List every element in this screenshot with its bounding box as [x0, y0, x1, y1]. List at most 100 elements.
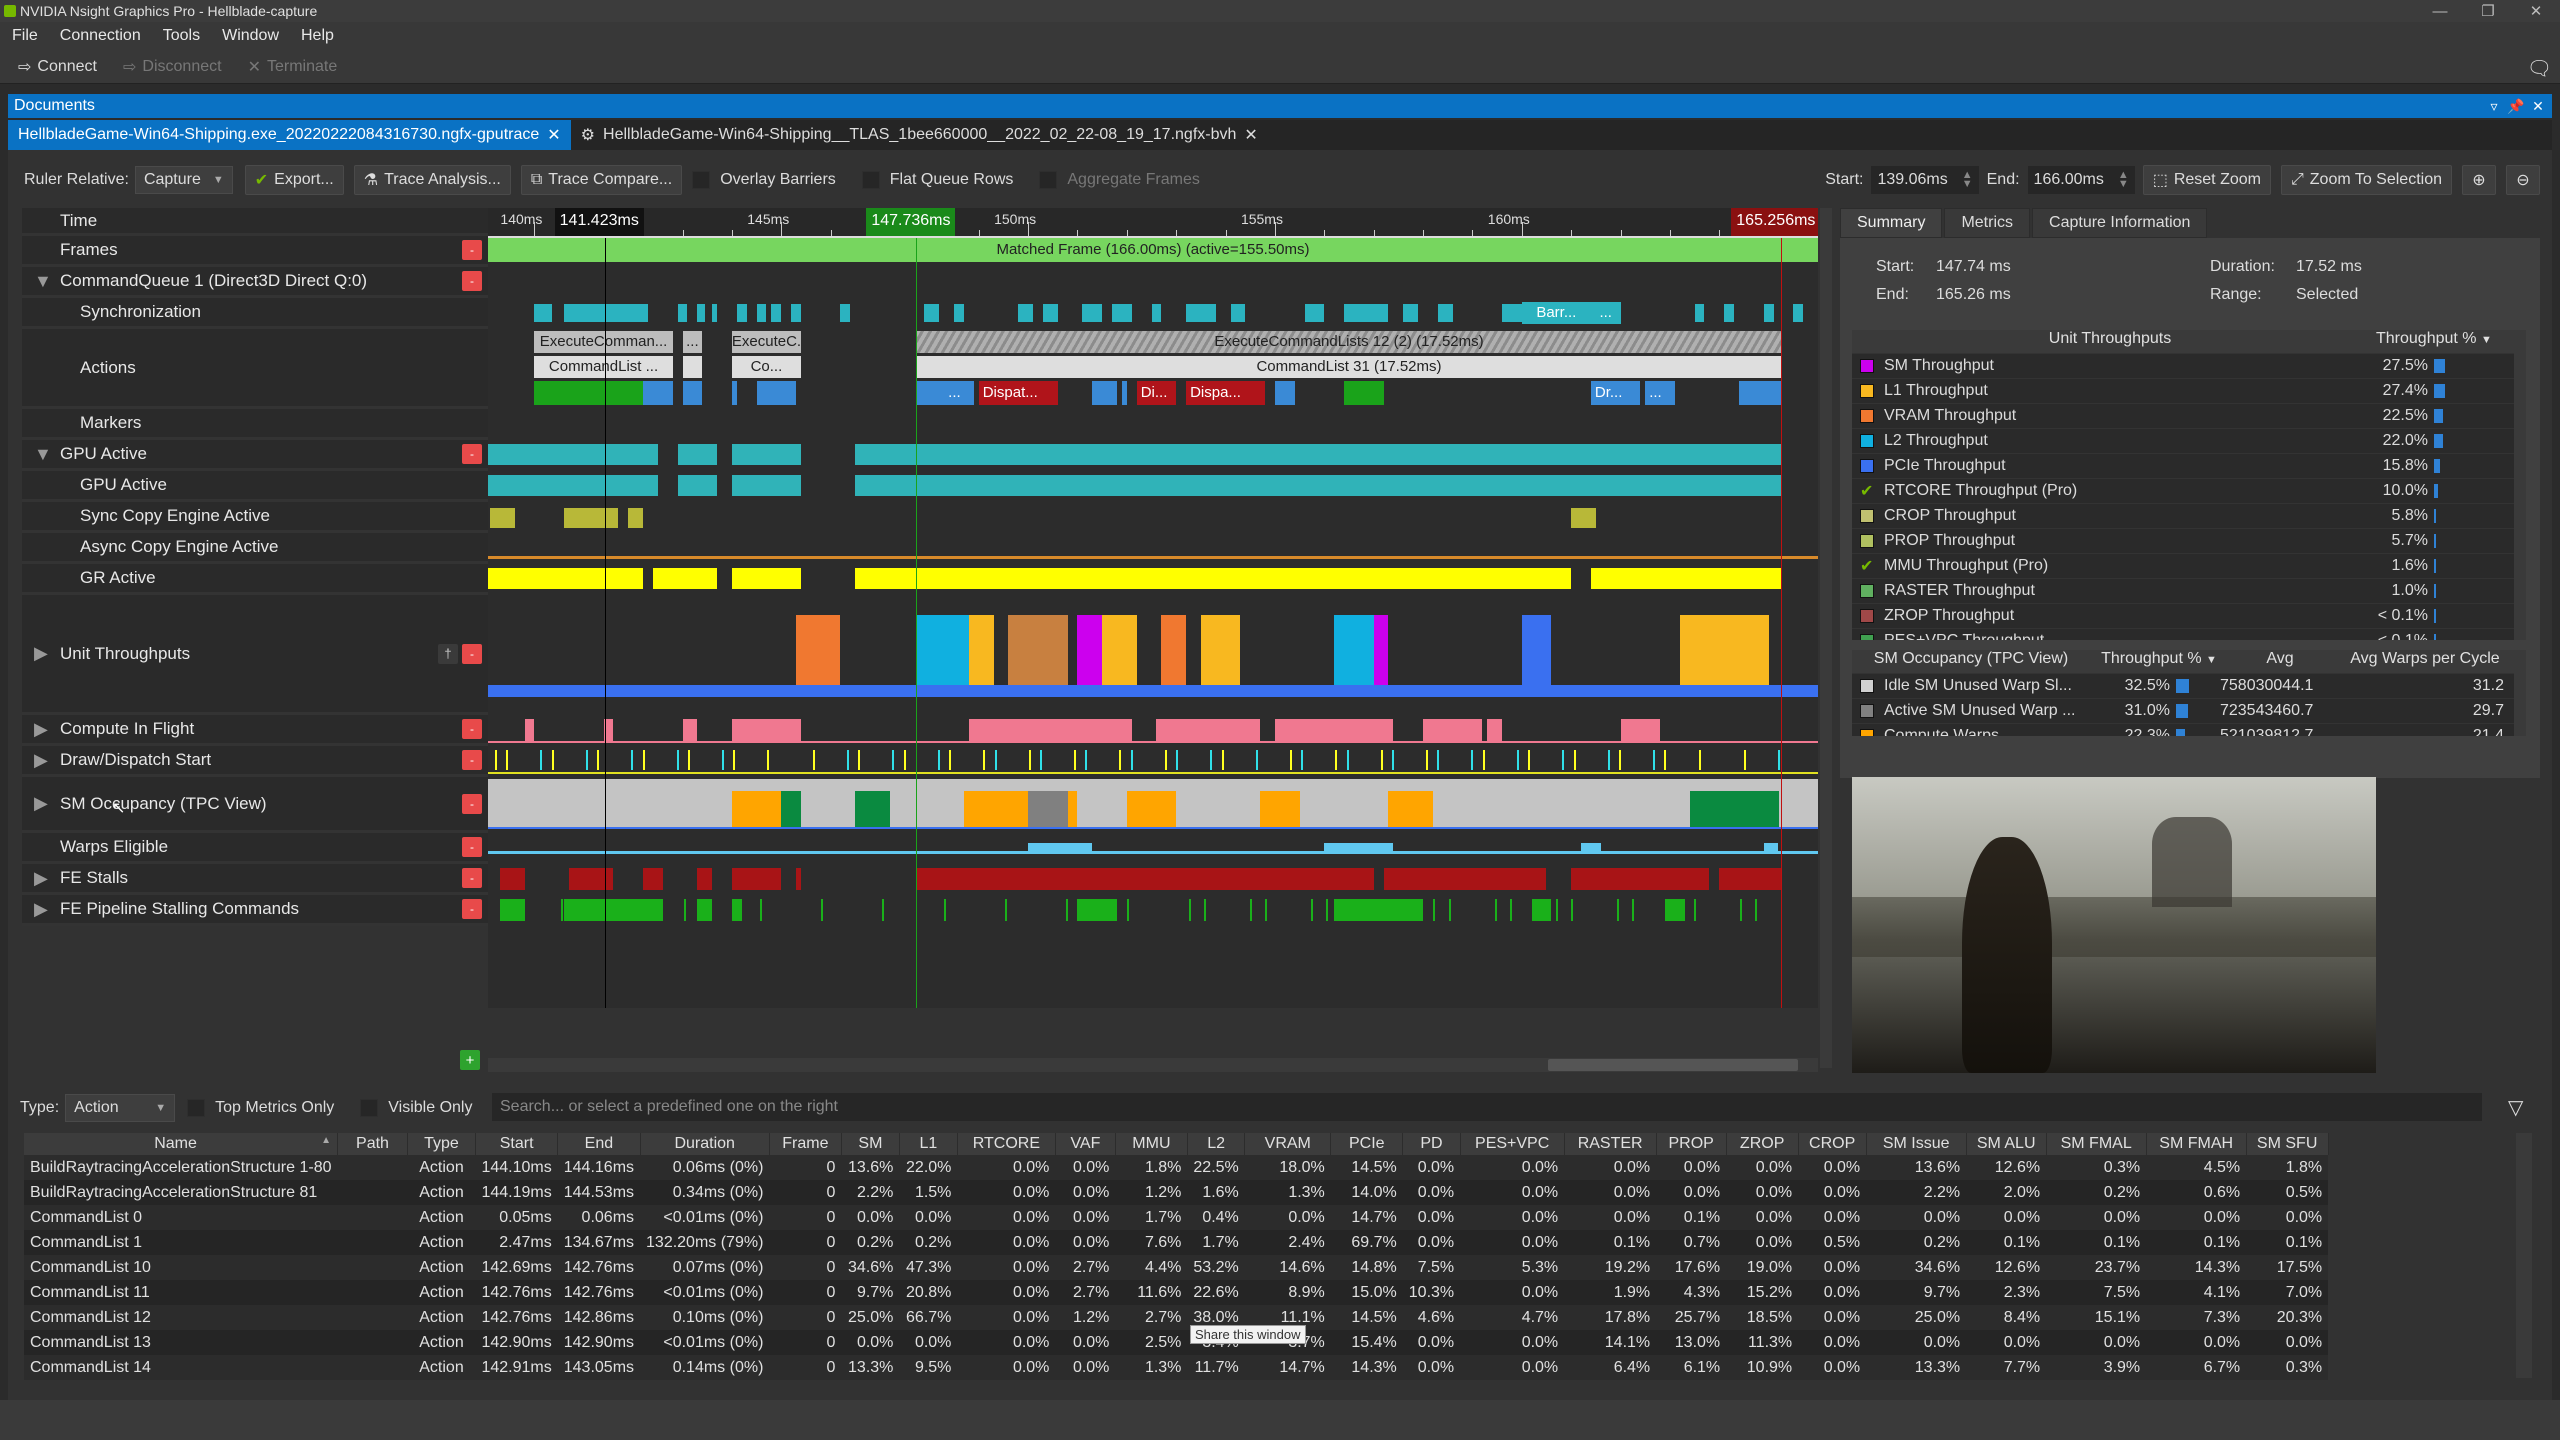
compute-in-flight-area[interactable]: [524, 719, 535, 741]
stalling-command[interactable]: [1531, 899, 1552, 921]
menu-help[interactable]: Help: [301, 27, 334, 45]
warps-baseline[interactable]: [488, 851, 1818, 854]
barrier-event[interactable]: Barr...: [1521, 302, 1591, 324]
dispatch-tick[interactable]: [937, 750, 940, 770]
activity-fill[interactable]: [488, 444, 658, 465]
barrier-event[interactable]: ...: [1590, 302, 1621, 324]
table-row[interactable]: CommandList 14 Action 142.91ms 143.05ms 0.14…: [24, 1355, 2329, 1380]
dispatch-tick[interactable]: [1698, 750, 1701, 770]
dispatch-tick[interactable]: [687, 750, 690, 770]
column-header-sm-issue[interactable]: SM Issue: [1866, 1133, 1967, 1155]
column-header-vaf[interactable]: VAF: [1055, 1133, 1116, 1155]
expand-triangle-icon[interactable]: ▶: [34, 899, 48, 920]
unit-throughput-row[interactable]: L1 Throughput 27.4%: [1852, 379, 2522, 404]
dispatch-tick[interactable]: [1039, 750, 1042, 770]
sync-event[interactable]: [613, 304, 648, 322]
unit-throughput-row[interactable]: CROP Throughput 5.8%: [1852, 504, 2522, 529]
dispatch-tick[interactable]: [903, 750, 906, 770]
stalling-command[interactable]: [760, 899, 763, 921]
activity-fill[interactable]: [677, 475, 718, 496]
dispatch-tick[interactable]: [1176, 750, 1179, 770]
sync-event[interactable]: [1793, 304, 1804, 322]
table-row[interactable]: CommandList 12 Action 142.76ms 142.86ms 0.10…: [24, 1305, 2329, 1330]
dispatch-tick[interactable]: [1391, 750, 1394, 770]
remove-row-button[interactable]: -: [462, 643, 482, 664]
fe-stall-area[interactable]: [1383, 868, 1547, 890]
stalling-command[interactable]: [1754, 899, 1757, 921]
stalling-command[interactable]: [882, 899, 885, 921]
remove-row-button[interactable]: -: [462, 750, 482, 770]
sync-event[interactable]: [1042, 304, 1058, 322]
stalling-command[interactable]: [1632, 899, 1635, 921]
stalling-command[interactable]: [1004, 899, 1007, 921]
occupancy-area[interactable]: [1260, 791, 1300, 827]
stalling-command[interactable]: [637, 899, 640, 921]
baseline[interactable]: [488, 556, 1818, 559]
sync-event[interactable]: [1344, 304, 1389, 322]
fe-stall-area[interactable]: [697, 868, 713, 890]
gpu-active-track[interactable]: [488, 471, 1818, 499]
timeline-row-label[interactable]: ▶ FE Stalls -: [22, 864, 490, 895]
collapse-triangle-icon[interactable]: ▼: [34, 271, 52, 292]
activity-fill[interactable]: [488, 475, 658, 496]
column-header-sm-fmal[interactable]: SM FMAL: [2046, 1133, 2147, 1155]
column-header-l1[interactable]: L1: [899, 1133, 958, 1155]
occupancy-row[interactable]: Compute Warps 22.3% 521039812.7 21.4: [1852, 724, 2522, 736]
dispatch-tick[interactable]: [1562, 750, 1565, 770]
execute-command-lists-bar[interactable]: ExecuteComman...: [534, 331, 673, 353]
timeline-row-label[interactable]: Async Copy Engine Active: [22, 533, 490, 564]
ruler-relative-select[interactable]: Capture ▼: [134, 166, 233, 194]
menu-window[interactable]: Window: [222, 27, 279, 45]
stalling-command[interactable]: [683, 899, 686, 921]
disconnect-button[interactable]: ⇨ Disconnect: [123, 57, 222, 77]
action-event[interactable]: [1274, 381, 1295, 405]
stalling-command[interactable]: [564, 899, 663, 921]
stalling-command[interactable]: [1664, 899, 1685, 921]
time-ruler[interactable]: 140ms 145ms 150ms 155ms 160ms 141.423ms 147.73…: [488, 208, 1818, 238]
column-header-l2[interactable]: L2: [1187, 1133, 1246, 1155]
action-event[interactable]: Di...: [1136, 381, 1177, 405]
action-event[interactable]: Dispa...: [1186, 381, 1266, 405]
dispatch-tick[interactable]: [1346, 750, 1349, 770]
dispatch-tick[interactable]: [1074, 750, 1076, 770]
action-event[interactable]: ...: [944, 381, 974, 405]
unit-throughput-row[interactable]: PROP Throughput 5.7%: [1852, 529, 2522, 554]
fe-stall-area[interactable]: [796, 868, 801, 890]
warps-eligible-track[interactable]: [488, 833, 1818, 861]
menu-tools[interactable]: Tools: [163, 27, 200, 45]
stalling-command[interactable]: [1571, 899, 1574, 921]
timeline-row-label[interactable]: Sync Copy Engine Active: [22, 502, 490, 533]
stalling-command[interactable]: [1077, 899, 1117, 921]
zoom-out-button[interactable]: ⊖: [2506, 165, 2540, 195]
activity-fill[interactable]: [731, 475, 801, 496]
stalling-command[interactable]: [1249, 899, 1252, 921]
unit-throughput-row[interactable]: ✔ RTCORE Throughput (Pro) 10.0%: [1852, 479, 2522, 504]
activity-fill[interactable]: [652, 568, 718, 589]
sync-event[interactable]: [1694, 304, 1705, 322]
compute-in-flight-area[interactable]: [1274, 719, 1394, 741]
timeline-vertical-scrollbar[interactable]: [1820, 208, 1832, 1068]
dispatch-tick[interactable]: [1607, 750, 1610, 770]
copy-engine-burst[interactable]: [564, 508, 619, 528]
throughput-area[interactable]: [796, 615, 841, 685]
sync-event[interactable]: [1724, 304, 1735, 322]
timeline-row-label[interactable]: ▶ Compute In Flight -: [22, 715, 490, 746]
sync-event[interactable]: [1304, 304, 1325, 322]
activity-fill[interactable]: [1590, 568, 1782, 589]
column-header[interactable]: Unit Throughputs: [1852, 330, 2368, 353]
dispatch-tick[interactable]: [631, 750, 634, 770]
selection-end-marker[interactable]: 165.256ms: [1731, 208, 1818, 236]
sync-event[interactable]: [677, 304, 688, 322]
execute-command-lists-bar[interactable]: ExecuteCommandLists 12 (2) (17.52ms): [916, 331, 1782, 353]
cursor-time-marker[interactable]: 141.423ms: [554, 208, 644, 236]
filter-icon[interactable]: ▽: [2508, 1095, 2523, 1120]
unit-throughput-row[interactable]: VRAM Throughput 22.5%: [1852, 404, 2522, 429]
action-event[interactable]: [643, 381, 673, 405]
dispatch-tick[interactable]: [1301, 750, 1304, 770]
column-header[interactable]: Throughput % ▼: [2090, 650, 2228, 673]
search-input[interactable]: Search... or select a predefined one on …: [492, 1093, 2482, 1121]
compute-in-flight-area[interactable]: [1423, 719, 1483, 741]
minimize-icon[interactable]: —: [2420, 0, 2460, 22]
tab-gputrace[interactable]: HellbladeGame-Win64-Shipping.exe_2022022…: [8, 120, 571, 150]
stalling-command[interactable]: [1127, 899, 1130, 921]
